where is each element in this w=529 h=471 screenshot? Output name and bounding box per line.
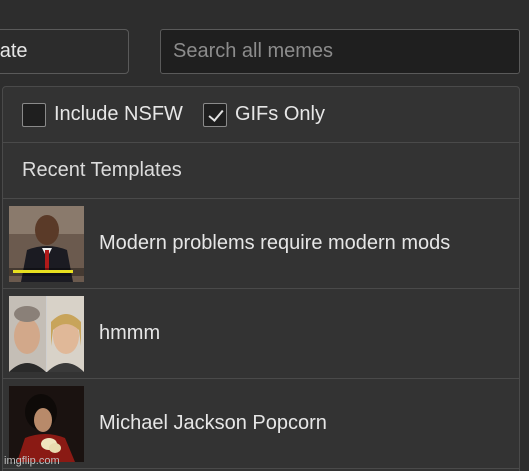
- filter-bar: Include NSFW GIFs Only: [3, 87, 519, 143]
- include-nsfw-checkbox[interactable]: [22, 102, 46, 127]
- template-name[interactable]: hmmm: [99, 322, 160, 345]
- popcorn-thumbnail: [9, 385, 84, 462]
- gifs-only-filter[interactable]: GIFs Only: [202, 102, 325, 127]
- gifs-only-checkbox[interactable]: [202, 102, 227, 127]
- include-nsfw-filter[interactable]: Include NSFW: [22, 102, 183, 127]
- template-name[interactable]: Michael Jackson Popcorn: [99, 412, 327, 435]
- recent-templates-title: Recent Templates: [22, 159, 182, 181]
- meme-generator: nplate Include NSFW GIFs Only Recent Tem…: [0, 0, 529, 471]
- recent-templates-header: Recent Templates: [3, 143, 519, 199]
- template-row[interactable]: Modern problems require modern mods: [3, 199, 519, 289]
- man-in-suit-thumbnail: [9, 205, 84, 282]
- template-row[interactable]: hmmm: [3, 289, 519, 379]
- two-faces-thumbnail: [9, 295, 84, 372]
- include-nsfw-label[interactable]: Include NSFW: [54, 103, 183, 126]
- search-input[interactable]: [160, 29, 520, 74]
- template-button-label: nplate: [0, 40, 28, 62]
- template-button[interactable]: nplate: [0, 29, 129, 74]
- imgflip-watermark: imgflip.com: [4, 455, 60, 467]
- template-dropdown: Include NSFW GIFs Only Recent Templates: [2, 86, 520, 471]
- template-row[interactable]: Michael Jackson Popcorn: [3, 379, 519, 469]
- gifs-only-label[interactable]: GIFs Only: [235, 103, 325, 126]
- template-name[interactable]: Modern problems require modern mods: [99, 232, 450, 255]
